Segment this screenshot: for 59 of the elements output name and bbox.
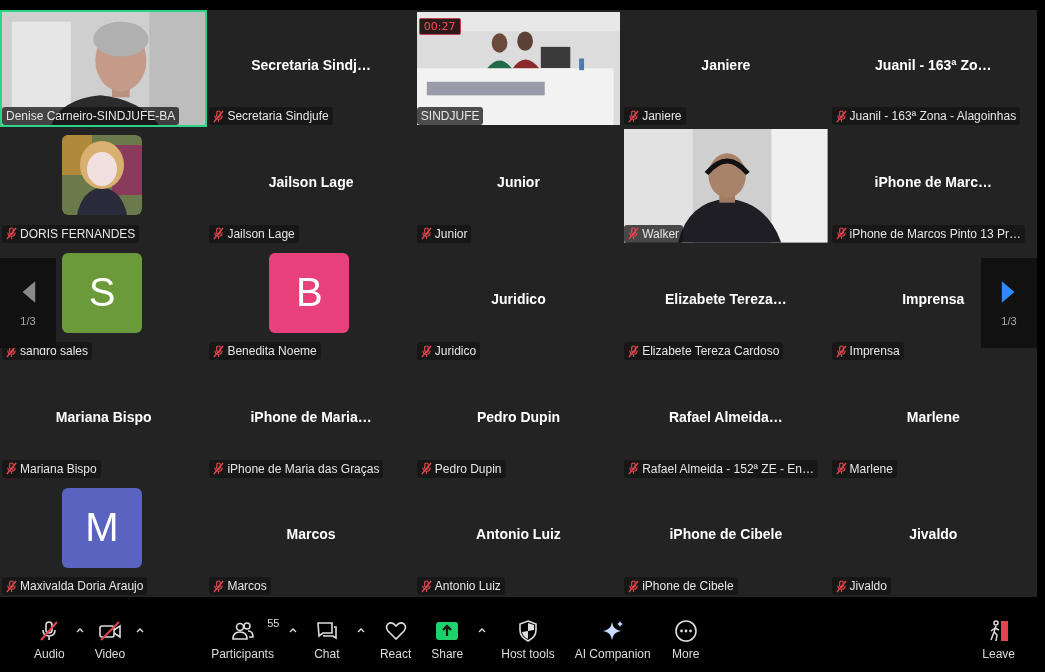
- participant-label: Mariana Bispo: [20, 461, 97, 476]
- avatar: S: [62, 252, 142, 333]
- share-button[interactable]: Share: [425, 613, 470, 665]
- participant-name: Elizabete Tereza…: [664, 291, 787, 308]
- participant-label: Juridico: [434, 344, 477, 359]
- participant-name: Antonio Luiz: [476, 526, 561, 543]
- avatar: B: [269, 252, 350, 333]
- audio-button[interactable]: Audio: [28, 613, 71, 665]
- participant-label: Antonio Luiz: [434, 579, 501, 593]
- host-button[interactable]: Host tools: [495, 613, 561, 665]
- next-page-button[interactable]: 1/3: [981, 258, 1037, 348]
- participant-name: iPhone de Marc…: [874, 174, 992, 191]
- participant-name: Rafael Almeida…: [668, 408, 783, 425]
- participant-count: 55: [267, 616, 280, 629]
- participant-label: Juanil - 163ª Zona - Alagoinhas: [849, 109, 1017, 124]
- participant-name: Junior: [497, 174, 540, 191]
- participant-label: iPhone de Marcos Pinto 13 Pr…: [849, 226, 1021, 241]
- participant-name: Imprensa: [902, 291, 965, 308]
- participant-label: Jivaldo: [849, 579, 887, 593]
- participant-label: Denise Carneiro-SINDJUFE-BA: [6, 109, 176, 124]
- avatar: M: [62, 487, 142, 568]
- participant-name: Mariana Bispo: [55, 408, 152, 425]
- video-button[interactable]: Video: [88, 613, 132, 665]
- participant-label: Marlene: [849, 461, 893, 476]
- participant-label: Jailson Lage: [227, 226, 295, 241]
- more-icon: [673, 617, 698, 644]
- leave-button[interactable]: Leave: [976, 613, 1021, 665]
- ai-button[interactable]: AI Companion: [568, 613, 657, 665]
- participant-label: Marcos: [227, 579, 267, 593]
- participant-label: Elizabete Tereza Cardoso: [642, 344, 780, 359]
- participant-name: Juanil - 163ª Zo…: [875, 56, 992, 73]
- recording-timer: 00:27: [418, 18, 461, 35]
- react-button[interactable]: React: [373, 613, 418, 665]
- participant-name: iPhone de Cibele: [669, 526, 783, 543]
- participant-label: Secretaria Sindjufe: [227, 109, 329, 124]
- participants-button[interactable]: 55 Participants: [205, 613, 280, 665]
- participant-name: Jailson Lage: [268, 174, 354, 191]
- participant-label: Maxivalda Doria Araujo: [20, 579, 144, 593]
- participant-label: SINDJUFE: [420, 109, 480, 124]
- chat-button[interactable]: Chat: [305, 613, 348, 665]
- participant-label: iPhone de Maria das Graças: [227, 461, 380, 476]
- participant-label: Pedro Dupin: [434, 461, 502, 476]
- participant-label: Janiere: [642, 109, 682, 124]
- participant-label: Imprensa: [849, 344, 900, 359]
- participant-name: Marlene: [906, 408, 960, 425]
- participant-label: Walker: [642, 226, 680, 241]
- participant-label: DORIS FERNANDES: [20, 226, 136, 241]
- participant-label: Rafael Almeida - 152ª ZE - En…: [642, 461, 815, 476]
- participant-label: Benedita Noeme: [227, 344, 317, 359]
- participant-name: Pedro Dupin: [476, 408, 561, 425]
- participant-name: Juridico: [491, 291, 546, 308]
- participant-name: Secretaria Sindj…: [251, 56, 371, 73]
- participant-label: iPhone de Cibele: [642, 579, 734, 593]
- participant-name: iPhone de Maria…: [250, 408, 372, 425]
- participant-name: Janiere: [701, 56, 751, 73]
- more-button[interactable]: More: [664, 613, 707, 665]
- participant-name: Marcos: [286, 526, 336, 543]
- participant-name: Jivaldo: [909, 526, 958, 543]
- participant-label: Junior: [434, 226, 468, 241]
